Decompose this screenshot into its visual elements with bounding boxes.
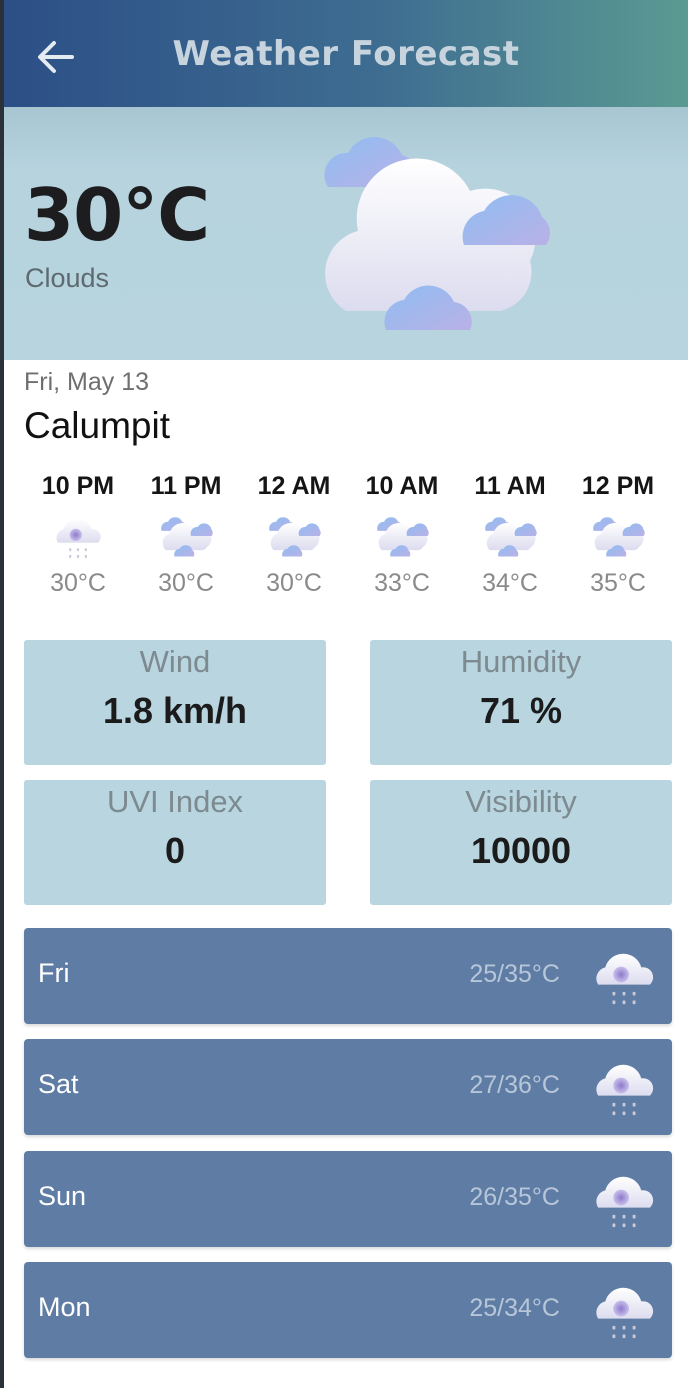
humidity-label: Humidity [460,644,582,679]
hour-temp: 30°C [50,569,106,597]
day-name: Sat [38,1069,79,1099]
clouds-icon [262,508,326,564]
daily-row-mon[interactable]: Mon 25/34°C [24,1262,672,1358]
day-name: Sun [38,1181,87,1211]
hourly-item: 10 PM 30°C [24,472,132,602]
clouds-icon [324,137,550,330]
hourly-item: 11 AM 34°C [456,472,564,602]
wind-card: Wind 1.8 km/h [24,640,326,765]
current-date: Fri, May 13 [24,368,150,396]
day-temp-range: 25/34°C [469,1294,560,1322]
hourly-item: 10 AM 33°C [348,472,456,602]
daily-row-sun[interactable]: Sun 26/35°C [24,1151,672,1247]
clouds-icon [370,508,434,564]
visibility-value: 10000 [470,830,572,871]
humidity-value: 71 % [479,690,563,731]
day-temp-range: 25/35°C [469,960,560,988]
clouds-icon [154,508,218,564]
hour-time: 12 AM [257,472,331,500]
day-temp-range: 27/36°C [469,1071,560,1099]
hour-time: 11 PM [150,472,222,500]
wind-label: Wind [139,644,211,679]
uvi-label: UVI Index [106,784,244,819]
city-name: Calumpit [24,405,170,446]
daily-row-sat[interactable]: Sat 27/36°C [24,1039,672,1135]
hour-time: 12 PM [581,472,655,500]
hourly-item: 12 AM 30°C [240,472,348,602]
cloud-drizzle-icon [588,1049,660,1125]
cloud-drizzle-icon [588,1161,660,1237]
current-weather-panel: 30°C Clouds [4,107,688,360]
clouds-icon [478,508,542,564]
current-condition: Clouds [25,263,110,293]
hourly-item: 11 PM 30°C [132,472,240,602]
hour-time: 10 AM [365,472,439,500]
day-name: Mon [38,1292,91,1322]
visibility-card: Visibility 10000 [370,780,672,905]
hour-temp: 35°C [590,569,646,597]
hour-temp: 34°C [482,569,538,597]
hour-temp: 33°C [374,569,430,597]
hourly-forecast: 10 PM 30°C 11 PM 30°C 12 AM 30°C 10 AM 3… [24,472,672,602]
hour-temp: 30°C [266,569,322,597]
clouds-icon [586,508,650,564]
hour-temp: 30°C [158,569,214,597]
hour-time: 11 AM [474,472,546,500]
page-title: Weather Forecast [172,34,520,74]
cloud-drizzle-icon [588,938,660,1014]
humidity-card: Humidity 71 % [370,640,672,765]
current-temperature: 30°C [24,173,210,257]
wind-value: 1.8 km/h [102,690,248,731]
uvi-value: 0 [164,830,186,871]
cloud-drizzle-icon [588,1272,660,1348]
uvi-card: UVI Index 0 [24,780,326,905]
day-name: Fri [38,958,70,988]
app-bar: Weather Forecast [4,0,688,107]
visibility-label: Visibility [465,784,577,819]
hourly-item: 12 PM 35°C [564,472,672,602]
app-screen: Weather Forecast 30°C Clouds Fri, May 13… [4,0,688,1388]
hour-time: 10 PM [41,472,115,500]
daily-row-fri[interactable]: Fri 25/35°C [24,928,672,1024]
day-temp-range: 26/35°C [469,1183,560,1211]
cloud-drizzle-icon [46,508,110,564]
